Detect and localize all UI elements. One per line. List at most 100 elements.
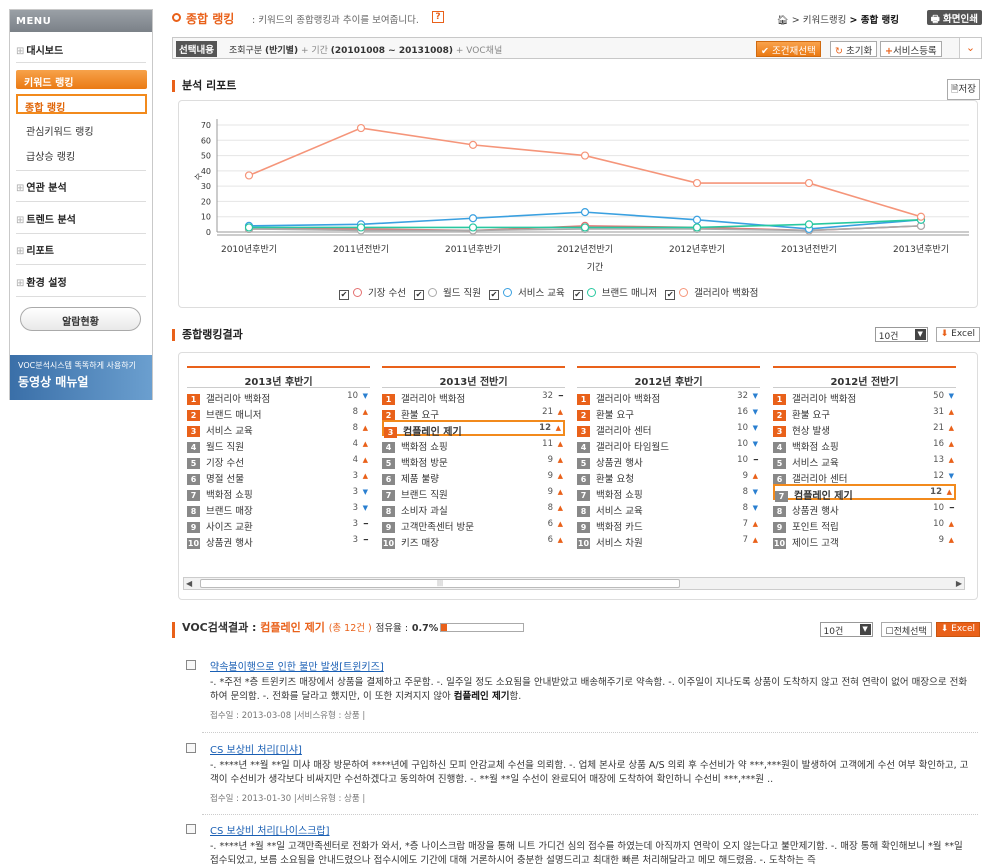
- series-marker-icon: [586, 288, 596, 297]
- voc-item-title-link[interactable]: CS 보상비 처리[나이스크랍]: [210, 822, 330, 837]
- voc-keyword: 컴플레인 제기: [260, 621, 325, 634]
- ranking-row[interactable]: 3 컴플레인 제기 12 ▲: [382, 420, 565, 438]
- ranking-row[interactable]: 4 백화점 쇼핑 16 ▲: [773, 436, 956, 453]
- plus-icon: ⊞: [16, 215, 25, 226]
- ranking-row[interactable]: 2 브랜드 매니저 8 ▲: [187, 404, 370, 421]
- sidebar-item-dashboard[interactable]: ⊞ 대시보드: [10, 42, 152, 57]
- ranking-keyword: 서비스 차원: [596, 538, 643, 549]
- alarm-status-button[interactable]: 알람현황: [20, 307, 141, 331]
- scroll-thumb[interactable]: |||: [200, 579, 680, 588]
- legend-item[interactable]: ✔ 월드 직원: [413, 285, 481, 300]
- ranking-row[interactable]: 7 브랜드 직원 9 ▲: [382, 484, 565, 501]
- chevron-down-icon[interactable]: ⌄: [959, 38, 981, 58]
- ranking-row[interactable]: 8 서비스 교육 8 ▼: [577, 500, 760, 517]
- voc-item-checkbox[interactable]: [186, 660, 196, 670]
- sidebar-item-keyword-ranking[interactable]: 키워드 랭킹: [16, 70, 147, 89]
- voc-item-title-link[interactable]: CS 보상비 처리[미샤]: [210, 741, 302, 756]
- data-point: [580, 223, 590, 232]
- x-tick-label: 2010년후반기: [221, 244, 277, 255]
- checkbox-checked-icon[interactable]: ✔: [339, 290, 349, 300]
- checkbox-checked-icon[interactable]: ✔: [413, 290, 424, 300]
- ranking-row[interactable]: 6 명절 선물 3 ▲: [187, 468, 370, 485]
- page-size-select[interactable]: 10건 ▼: [874, 327, 928, 342]
- select-all-button[interactable]: ☐전체선택: [880, 622, 932, 637]
- legend-item[interactable]: ✔ 브랜드 매니저: [572, 285, 657, 300]
- ranking-value: 6: [547, 535, 553, 545]
- ranking-row[interactable]: 9 포인트 적립 10 ▲: [773, 516, 956, 533]
- ranking-row[interactable]: 8 상품권 행사 10 ━: [773, 500, 956, 517]
- ranking-column: 2013년 후반기 1 갤러리아 백화점 10 ▼ 2 브랜드 매니저 8 ▲ 3 서비스 교육 8 ▲…: [187, 366, 370, 549]
- ranking-row[interactable]: 10 제이드 고객 9 ▲: [773, 532, 956, 549]
- dropdown-arrow-icon: ▼: [914, 329, 926, 340]
- scroll-left-icon[interactable]: ◀: [186, 579, 192, 588]
- ranking-row[interactable]: 6 제품 불량 9 ▲: [382, 468, 565, 485]
- ranking-row[interactable]: 1 갤러리아 백화점 50 ▼: [773, 388, 956, 405]
- ranking-row[interactable]: 10 상품권 행사 3 ━: [187, 532, 370, 549]
- legend-item[interactable]: ✔ 서비스 교육: [488, 285, 565, 300]
- ranking-keyword: 상품권 행사: [206, 538, 253, 549]
- checkbox-checked-icon[interactable]: ✔: [665, 290, 676, 300]
- reset-button[interactable]: ↻ 초기화: [830, 41, 878, 57]
- ranking-row[interactable]: 3 현상 발생 21 ▲: [773, 420, 956, 437]
- ranking-row[interactable]: 1 갤러리아 백화점 32 ▼: [577, 388, 760, 405]
- register-service-button[interactable]: +서비스등록: [880, 41, 942, 57]
- ranking-row[interactable]: 10 키즈 매장 6 ▲: [382, 532, 565, 549]
- voc-page-size-select[interactable]: 10건 ▼: [819, 622, 873, 637]
- horizontal-scrollbar[interactable]: ◀ ||| ▶: [183, 577, 965, 590]
- ranking-row[interactable]: 1 갤러리아 백화점 10 ▼: [187, 388, 370, 405]
- ranking-row[interactable]: 5 상품권 행사 10 ━: [577, 452, 760, 469]
- scroll-right-icon[interactable]: ▶: [956, 579, 962, 588]
- voc-item-checkbox[interactable]: [186, 824, 196, 834]
- ranking-row[interactable]: 9 백화점 카드 7 ▲: [577, 516, 760, 533]
- sidebar-item-related-analysis[interactable]: ⊞ 연관 분석: [10, 179, 152, 194]
- ranking-row[interactable]: 2 환불 요구 21 ▲: [382, 404, 565, 421]
- sidebar-item-settings[interactable]: ⊞ 환경 설정: [10, 274, 152, 289]
- ranking-row[interactable]: 6 환불 요청 9 ▲: [577, 468, 760, 485]
- ranking-row[interactable]: 5 서비스 교육 13 ▲: [773, 452, 956, 469]
- ranking-row[interactable]: 9 사이즈 교환 3 ━: [187, 516, 370, 533]
- home-icon[interactable]: 🏠︎: [777, 15, 789, 26]
- legend-item[interactable]: ✔ 기장 수선: [339, 285, 406, 300]
- sidebar-item-report[interactable]: ⊞ 리포트: [10, 242, 152, 257]
- sidebar-subitem-rising-ranking[interactable]: 급상승 랭킹: [26, 148, 75, 163]
- voc-excel-button[interactable]: ⬇ Excel: [935, 622, 980, 637]
- ranking-row[interactable]: 7 백화점 쇼핑 3 ▼: [187, 484, 370, 501]
- ranking-row[interactable]: 8 소비자 과실 8 ▲: [382, 500, 565, 517]
- checkbox-checked-icon[interactable]: ✔: [572, 290, 583, 300]
- ranking-row[interactable]: 4 백화점 쇼핑 11 ▲: [382, 436, 565, 453]
- sidebar-subitem-overall-ranking[interactable]: 종합 랭킹: [16, 94, 147, 114]
- sidebar-subitem-interest-ranking[interactable]: 관심키워드 랭킹: [26, 123, 94, 138]
- voc-item-title-link[interactable]: 약속불이행으로 인한 불만 발생[트윈키즈]: [210, 658, 384, 673]
- checkbox-checked-icon[interactable]: ✔: [488, 290, 499, 300]
- ranking-row[interactable]: 3 서비스 교육 8 ▲: [187, 420, 370, 437]
- ranking-row[interactable]: 2 환불 요구 31 ▲: [773, 404, 956, 421]
- ranking-row[interactable]: 4 갤러리아 타임월드 10 ▼: [577, 436, 760, 453]
- trend-down-icon: ▼: [752, 504, 758, 512]
- download-icon: ⬇: [940, 329, 949, 339]
- ranking-row[interactable]: 5 기장 수선 4 ▲: [187, 452, 370, 469]
- reselect-conditions-button[interactable]: ✔ 조건재선택: [756, 41, 821, 57]
- legend-item[interactable]: ✔ 갤러리아 백화점: [665, 285, 758, 300]
- voc-item-checkbox[interactable]: [186, 743, 196, 753]
- excel-download-button[interactable]: ⬇ Excel: [935, 327, 980, 342]
- channel-label: + VOC채널: [455, 46, 503, 56]
- sidebar-item-trend-analysis[interactable]: ⊞ 트렌드 분석: [10, 211, 152, 226]
- help-icon[interactable]: ?: [432, 11, 444, 23]
- sidebar-item-label: 환경 설정: [26, 278, 67, 289]
- ranking-row[interactable]: 2 환불 요구 16 ▼: [577, 404, 760, 421]
- ranking-row[interactable]: 4 월드 직원 4 ▲: [187, 436, 370, 453]
- breadcrumb-keyword-ranking[interactable]: > 키워드랭킹: [792, 15, 847, 26]
- ranking-row[interactable]: 10 서비스 차원 7 ▲: [577, 532, 760, 549]
- ranking-row[interactable]: 5 백화점 방문 9 ▲: [382, 452, 565, 469]
- ranking-row[interactable]: 3 갤러리아 센터 10 ▼: [577, 420, 760, 437]
- print-screen-button[interactable]: 🖶 화면인쇄: [926, 10, 982, 25]
- video-manual-banner[interactable]: VOC분석시스템 똑똑하게 사용하기 동영상 매뉴얼: [10, 355, 152, 400]
- ranking-row[interactable]: 7 컴플레인 제기 12 ▲: [773, 484, 956, 502]
- ranking-row[interactable]: 6 갤러리아 센터 12 ▼: [773, 468, 956, 485]
- ranking-value: 12: [539, 423, 551, 433]
- ranking-row[interactable]: 1 갤러리아 백화점 32 ━: [382, 388, 565, 405]
- ranking-row[interactable]: 8 브랜드 매장 3 ▼: [187, 500, 370, 517]
- save-button[interactable]: 🗎저장: [946, 79, 980, 100]
- ranking-row[interactable]: 7 백화점 쇼핑 8 ▼: [577, 484, 760, 501]
- ranking-row[interactable]: 9 고객만족센터 방문 6 ▲: [382, 516, 565, 533]
